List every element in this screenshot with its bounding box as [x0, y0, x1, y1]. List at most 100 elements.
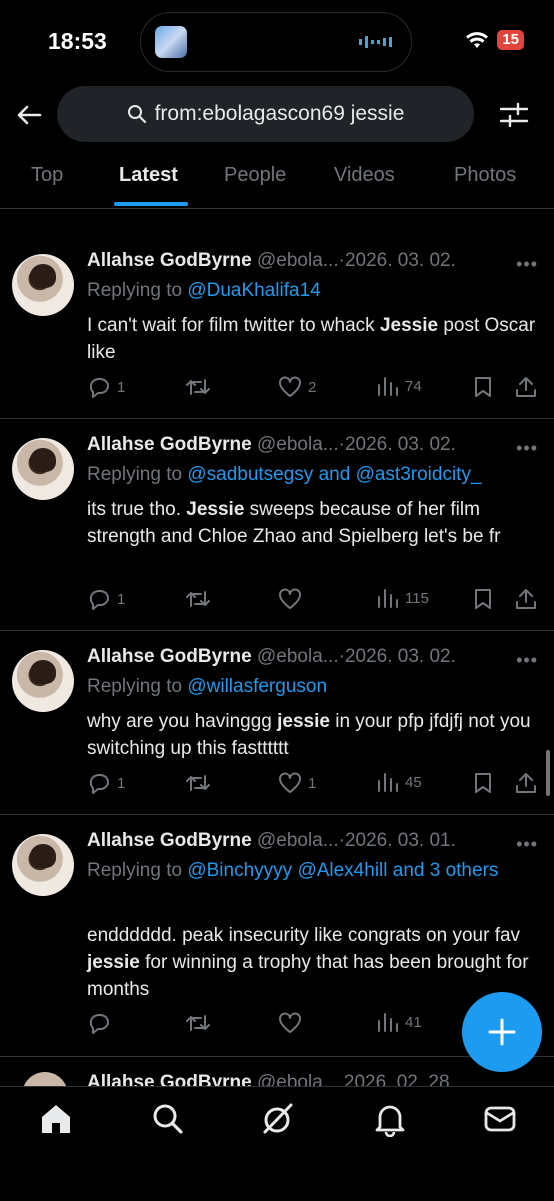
display-name[interactable]: Allahse GodByrne [87, 434, 252, 455]
avatar[interactable] [12, 650, 74, 712]
avatar[interactable] [12, 254, 74, 316]
like-button[interactable]: 2 [278, 376, 316, 398]
like-button[interactable] [278, 1012, 308, 1034]
audio-wave-icon [359, 36, 392, 48]
display-name[interactable]: Allahse GodByrne [87, 830, 252, 851]
tab-latest[interactable]: Latest [119, 164, 178, 187]
search-header: from:ebolagascon69 jessie [0, 86, 554, 144]
share-icon [515, 376, 537, 398]
views-button[interactable]: 45 [377, 772, 422, 792]
bookmark-button[interactable] [473, 376, 493, 398]
back-arrow-icon[interactable] [14, 100, 44, 130]
views-icon [377, 1012, 399, 1032]
retweet-button[interactable] [185, 772, 217, 794]
replying-to-link[interactable]: @Binchyyyy @Alex4hill and 3 others [187, 860, 498, 881]
tweet-text: endddddd. peak insecurity like congrats … [87, 922, 537, 1003]
replying-label: Replying to [87, 464, 188, 485]
text-part: endddddd. peak insecurity like congrats … [87, 925, 521, 946]
bookmark-button[interactable] [473, 588, 493, 610]
search-tabs: Top Latest People Videos Photos [0, 150, 554, 209]
retweet-icon [185, 376, 211, 398]
tweet-header: Allahse GodByrne @ebola...·2026. 03. 02. [87, 250, 537, 272]
display-name[interactable]: Allahse GodByrne [87, 646, 252, 667]
tweet[interactable]: Allahse GodByrne @ebola...·2026. 03. 02.… [0, 420, 554, 631]
retweet-button[interactable] [185, 376, 217, 398]
views-button[interactable]: 41 [377, 1012, 422, 1032]
like-button[interactable]: 1 [278, 772, 316, 794]
tweet-actions: 1 1 45 [87, 772, 547, 800]
handle[interactable]: @ebola... [257, 250, 339, 271]
reply-button[interactable]: 1 [87, 588, 125, 610]
battery-indicator: 15 [497, 30, 524, 50]
views-count: 41 [405, 1013, 422, 1031]
retweet-button[interactable] [185, 1012, 217, 1034]
tweet[interactable]: Allahse GodByrne @ebola...·2026. 03. 02.… [0, 236, 554, 419]
compose-button[interactable] [462, 992, 542, 1072]
filter-icon[interactable] [498, 100, 530, 130]
reply-button[interactable] [87, 1012, 117, 1034]
tweet-actions: 1 115 [87, 588, 547, 616]
replying-to: Replying to @Binchyyyy @Alex4hill and 3 … [87, 856, 507, 885]
replying-to-link[interactable]: @DuaKhalifa14 [187, 280, 320, 301]
now-playing-thumbnail [155, 26, 187, 58]
reply-icon [87, 376, 111, 398]
home-icon[interactable] [38, 1101, 74, 1137]
tweet-date[interactable]: 2026. 03. 02. [345, 646, 456, 667]
share-icon [515, 772, 537, 794]
views-icon [377, 588, 399, 608]
messages-icon[interactable] [482, 1101, 518, 1137]
tweet-actions: 1 2 74 [87, 376, 547, 404]
active-tab-indicator [114, 202, 188, 206]
share-button[interactable] [515, 376, 537, 398]
bottom-nav [0, 1086, 554, 1201]
views-button[interactable]: 115 [377, 588, 429, 608]
avatar[interactable] [12, 834, 74, 896]
tweet-date[interactable]: 2026. 03. 02. [345, 434, 456, 455]
share-button[interactable] [515, 588, 537, 610]
replying-label: Replying to [87, 280, 188, 301]
status-bar: 18:53 15 [0, 0, 554, 86]
more-options-icon[interactable]: ••• [516, 438, 538, 459]
bookmark-button[interactable] [473, 772, 493, 794]
tab-top[interactable]: Top [31, 164, 63, 187]
like-count: 1 [308, 774, 317, 792]
more-options-icon[interactable]: ••• [516, 834, 538, 855]
replying-to-link[interactable]: @willasferguson [187, 676, 327, 697]
like-icon [278, 1012, 302, 1034]
dynamic-island[interactable] [140, 12, 412, 72]
notifications-icon[interactable] [372, 1101, 408, 1137]
explore-icon[interactable] [150, 1101, 186, 1137]
views-icon [377, 376, 399, 396]
tab-people[interactable]: People [224, 164, 286, 187]
tweet-date[interactable]: 2026. 03. 02. [345, 250, 456, 271]
replying-to-link[interactable]: @sadbutsegsy and @ast3roidcity_ [187, 464, 481, 485]
like-icon [278, 588, 302, 610]
tweet-date[interactable]: 2026. 03. 01. [345, 830, 456, 851]
more-options-icon[interactable]: ••• [516, 254, 538, 275]
handle[interactable]: @ebola... [257, 646, 339, 667]
handle[interactable]: @ebola... [257, 434, 339, 455]
replying-label: Replying to [87, 860, 188, 881]
tab-photos[interactable]: Photos [454, 164, 516, 187]
text-part: for winning a trophy that has been broug… [87, 952, 529, 1000]
handle[interactable]: @ebola... [257, 830, 339, 851]
tab-videos[interactable]: Videos [334, 164, 395, 187]
text-part: I can't wait for film twitter to whack [87, 315, 380, 336]
retweet-button[interactable] [185, 588, 217, 610]
reply-button[interactable]: 1 [87, 772, 125, 794]
search-input[interactable]: from:ebolagascon69 jessie [57, 86, 474, 142]
share-button[interactable] [515, 772, 537, 794]
reply-button[interactable]: 1 [87, 376, 125, 398]
views-button[interactable]: 74 [377, 376, 422, 396]
tweet-text: why are you havinggg jessie in your pfp … [87, 708, 537, 762]
more-options-icon[interactable]: ••• [516, 650, 538, 671]
scrollbar[interactable] [546, 750, 550, 796]
tweet[interactable]: Allahse GodByrne @ebola...·2026. 03. 02.… [0, 632, 554, 815]
display-name[interactable]: Allahse GodByrne [87, 250, 252, 271]
replying-label: Replying to [87, 676, 188, 697]
grok-icon[interactable] [260, 1101, 296, 1137]
avatar[interactable] [12, 438, 74, 500]
search-query: from:ebolagascon69 jessie [154, 102, 405, 125]
partial-tweet[interactable]: Allahse GodByrne @ebola... 2026. 02. 28. [0, 1058, 554, 1088]
like-button[interactable] [278, 588, 308, 610]
